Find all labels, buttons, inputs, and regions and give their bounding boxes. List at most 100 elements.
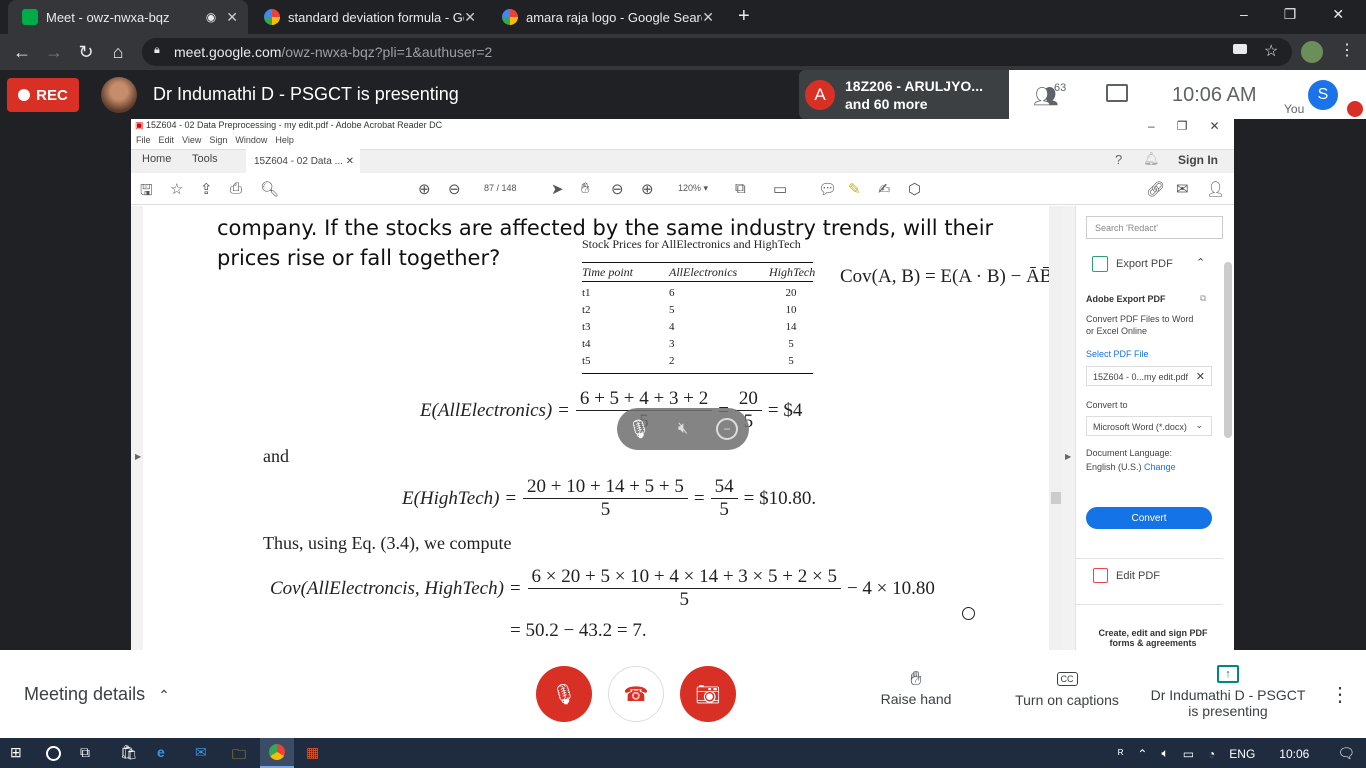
acrobat-close[interactable]: ✕	[1209, 119, 1219, 133]
zoom-out-icon[interactable]: ⊖	[611, 180, 624, 198]
minimize-button[interactable]: –	[1240, 6, 1248, 23]
selected-file-field[interactable]: 15Z604 - 0...my edit.pdf ✕	[1086, 366, 1212, 386]
minus-icon[interactable]: −	[716, 418, 738, 440]
sign-icon[interactable]: ⬡	[908, 180, 921, 198]
hand-tool-icon[interactable]: ✋︎	[581, 180, 590, 197]
mic-off-icon[interactable]: 🎙︎	[628, 418, 651, 440]
tab-tools[interactable]: Tools	[192, 153, 218, 165]
language-indicator[interactable]: ENG	[1229, 747, 1255, 761]
select-tool-icon[interactable]: ➤	[551, 180, 564, 198]
tab-meet[interactable]: Meet - owz-nwxa-bqz ◉ ✕	[8, 0, 248, 34]
collapse-left-icon[interactable]: ▶	[135, 452, 141, 461]
raise-hand-button[interactable]: ✋︎ Raise hand	[876, 668, 956, 707]
search-icon[interactable]: 🔍︎	[260, 180, 279, 198]
task-view-icon[interactable]: ⧉	[80, 744, 90, 761]
comment-icon[interactable]: 💬︎	[818, 180, 837, 198]
tab-document[interactable]: 15Z604 - 02 Data ... ✕	[246, 149, 360, 173]
battery-icon[interactable]: ▭	[1183, 747, 1194, 761]
save-icon[interactable]: 🖫︎	[140, 180, 153, 205]
mic-off-button[interactable]: 🎙︎	[536, 666, 592, 722]
camera-icon[interactable]	[1233, 44, 1247, 54]
new-tab-button[interactable]: +	[738, 5, 750, 28]
menu-file[interactable]: File	[136, 135, 151, 145]
print-icon[interactable]: ⎙	[230, 180, 242, 197]
upload-icon[interactable]: ⇪	[200, 180, 213, 198]
collapse-right-icon[interactable]: ▶	[1065, 452, 1071, 461]
menu-view[interactable]: View	[182, 135, 201, 145]
zoom-in-icon[interactable]: ⊕	[641, 180, 654, 198]
acrobat-minimize[interactable]: –	[1148, 119, 1155, 133]
panel-scrollbar[interactable]	[1224, 262, 1232, 438]
volume-icon[interactable]: 🔈︎	[1161, 746, 1168, 761]
speaker-off-icon[interactable]: 🔇︎	[672, 418, 694, 440]
tab-standard-deviation[interactable]: standard deviation formula - Goo ✕	[250, 0, 486, 34]
page-indicator[interactable]: 87 / 148	[484, 183, 517, 193]
acrobat-maximize[interactable]: ❐	[1177, 119, 1188, 133]
forward-icon[interactable]: →	[42, 40, 66, 64]
email-icon[interactable]: ✉	[1176, 180, 1189, 198]
tab-home[interactable]: Home	[142, 153, 171, 165]
draw-icon[interactable]: ✍︎	[878, 180, 891, 198]
star-icon[interactable]: ☆	[1264, 41, 1278, 61]
close-tab-icon[interactable]: ✕	[226, 9, 238, 26]
convert-to-select[interactable]: Microsoft Word (*.docx) ⌄	[1086, 416, 1212, 436]
link-icon[interactable]: 🔗︎	[1146, 180, 1165, 198]
menu-help[interactable]: Help	[275, 135, 294, 145]
maximize-button[interactable]: ❐	[1284, 6, 1297, 23]
page-current[interactable]: 87	[484, 183, 494, 193]
office-icon[interactable]: ▦	[306, 744, 319, 761]
chrome-taskbar-button[interactable]	[260, 738, 294, 768]
search-icon[interactable]	[46, 746, 61, 761]
meeting-details-button[interactable]: Meeting details ⌃	[24, 684, 170, 705]
home-icon[interactable]: ⌂	[106, 40, 130, 64]
windows-start-icon[interactable]: ⊞	[10, 744, 22, 761]
change-language-link[interactable]: Change	[1144, 462, 1176, 472]
more-options-icon[interactable]: ⋮	[1330, 682, 1350, 707]
taskbar-clock[interactable]: 10:06	[1279, 747, 1309, 761]
reload-icon[interactable]: ↻	[74, 40, 98, 64]
export-pdf-header[interactable]: Export PDF	[1116, 258, 1173, 270]
menu-window[interactable]: Window	[235, 135, 267, 145]
menu-edit[interactable]: Edit	[159, 135, 175, 145]
bell-icon[interactable]: 🔔︎	[1143, 151, 1160, 167]
store-icon[interactable]: 🛍︎	[120, 744, 138, 761]
camera-off-button[interactable]: 📷︎	[680, 666, 736, 722]
redact-search-input[interactable]: Search 'Redact'	[1086, 216, 1223, 239]
prev-page-icon[interactable]: ⊕	[418, 180, 431, 198]
close-doc-tab-icon[interactable]: ✕	[346, 156, 354, 167]
fit-page-icon[interactable]: ⧉	[735, 180, 746, 197]
tab-amara-raja[interactable]: amara raja logo - Google Search ✕	[488, 0, 724, 34]
close-tab-icon[interactable]: ✕	[702, 9, 714, 26]
presenting-button[interactable]: ↑ Dr Indumathi D - PSGCT is presenting	[1148, 664, 1308, 719]
self-avatar[interactable]: S	[1308, 80, 1338, 110]
chevron-up-icon[interactable]: ⌃	[1137, 747, 1147, 761]
file-explorer-icon[interactable]: 🗀︎	[232, 744, 246, 768]
zoom-select[interactable]: 120% ▾	[678, 183, 708, 194]
scroll-thumb[interactable]	[1051, 492, 1061, 504]
share-user-icon[interactable]: 👤︎	[1206, 180, 1225, 198]
edge-icon[interactable]: e	[157, 744, 165, 760]
star-icon[interactable]: ☆	[170, 180, 183, 198]
edit-pdf-tool[interactable]: Edit PDF	[1116, 570, 1160, 582]
help-icon[interactable]: ?	[1115, 152, 1122, 167]
people-icon[interactable]: ᴿ	[1118, 747, 1123, 761]
collapse-icon[interactable]: ⌃	[1196, 256, 1205, 269]
next-page-icon[interactable]: ⊖	[448, 180, 461, 198]
document-scrollbar[interactable]	[1049, 206, 1063, 650]
leave-call-button[interactable]: ☎︎	[608, 666, 664, 722]
sign-in-button[interactable]: Sign In	[1178, 153, 1218, 167]
wifi-icon[interactable]: ◔	[1208, 747, 1215, 761]
self-view-controls[interactable]: 🎙︎ 🔇︎ −	[617, 408, 749, 450]
chat-icon[interactable]	[1106, 84, 1128, 102]
back-icon[interactable]: ←	[10, 40, 34, 64]
highlight-icon[interactable]: ✎	[848, 180, 861, 198]
menu-sign[interactable]: Sign	[209, 135, 227, 145]
close-tab-icon[interactable]: ✕	[464, 9, 476, 26]
remove-file-icon[interactable]: ✕	[1196, 370, 1205, 383]
notifications-icon[interactable]: 🗨︎	[1337, 745, 1355, 762]
mail-icon[interactable]: ✉	[195, 744, 207, 761]
read-mode-icon[interactable]: ▭	[773, 180, 787, 198]
close-window-button[interactable]: ✕	[1332, 6, 1344, 23]
profile-avatar[interactable]	[1301, 41, 1323, 63]
convert-button[interactable]: Convert	[1086, 507, 1212, 529]
